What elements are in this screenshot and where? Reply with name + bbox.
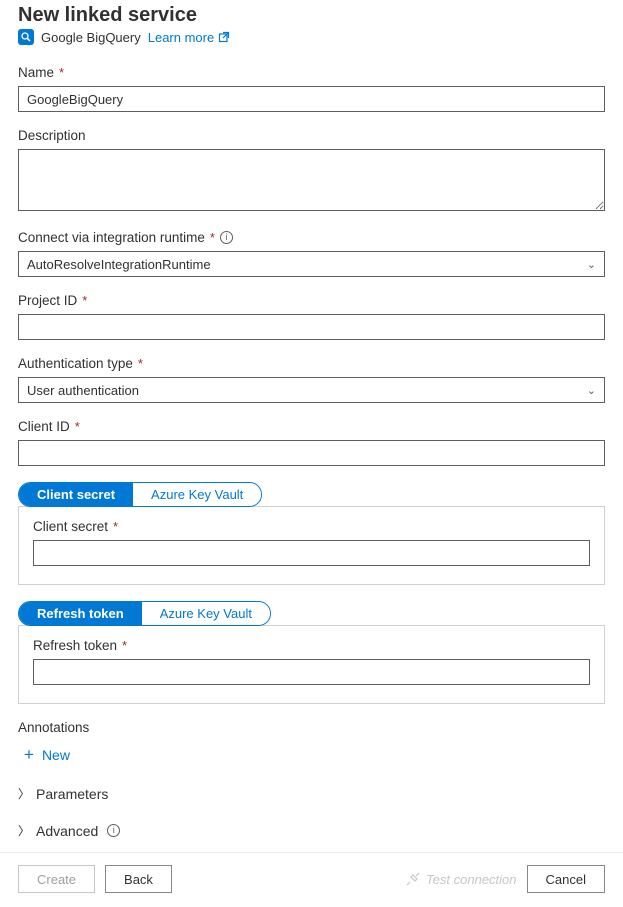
- info-icon[interactable]: i: [220, 231, 233, 244]
- parameters-section[interactable]: 〉 Parameters: [18, 785, 605, 802]
- client-secret-tab[interactable]: Client secret: [19, 483, 133, 506]
- cancel-button[interactable]: Cancel: [527, 865, 605, 893]
- service-name: Google BigQuery: [41, 30, 141, 45]
- learn-more-link[interactable]: Learn more: [148, 30, 230, 45]
- chevron-down-icon: ⌄: [587, 384, 596, 397]
- required-marker: *: [138, 356, 143, 371]
- project-id-input[interactable]: [18, 314, 605, 340]
- back-button[interactable]: Back: [105, 865, 172, 893]
- plus-icon: +: [24, 745, 34, 765]
- refresh-token-input[interactable]: [33, 659, 590, 685]
- required-marker: *: [75, 419, 80, 434]
- parameters-label: Parameters: [36, 786, 108, 802]
- chevron-right-icon: 〉: [18, 822, 27, 839]
- add-annotation-button[interactable]: + New: [18, 745, 70, 765]
- required-marker: *: [122, 638, 127, 653]
- client-secret-toggle: Client secret Azure Key Vault: [18, 482, 262, 507]
- required-marker: *: [82, 293, 87, 308]
- panel-title: New linked service: [18, 4, 605, 27]
- info-icon[interactable]: i: [107, 824, 120, 837]
- refresh-token-tab[interactable]: Refresh token: [19, 602, 142, 625]
- integration-runtime-value: AutoResolveIntegrationRuntime: [27, 257, 211, 272]
- client-secret-label: Client secret: [33, 519, 108, 534]
- required-marker: *: [59, 65, 64, 80]
- add-annotation-label: New: [42, 747, 70, 763]
- test-connection-button: Test connection: [406, 872, 517, 887]
- client-secret-input[interactable]: [33, 540, 590, 566]
- client-id-label: Client ID: [18, 419, 70, 434]
- auth-type-label: Authentication type: [18, 356, 133, 371]
- name-label: Name: [18, 65, 54, 80]
- required-marker: *: [210, 230, 215, 245]
- integration-runtime-label: Connect via integration runtime: [18, 230, 205, 245]
- azure-key-vault-tab[interactable]: Azure Key Vault: [142, 602, 270, 625]
- chevron-right-icon: 〉: [18, 785, 27, 802]
- bigquery-icon: [18, 29, 34, 45]
- annotations-label: Annotations: [18, 720, 605, 735]
- advanced-section[interactable]: 〉 Advanced i: [18, 822, 605, 839]
- chevron-down-icon: ⌄: [587, 258, 596, 271]
- plug-icon: [406, 872, 420, 886]
- refresh-token-toggle: Refresh token Azure Key Vault: [18, 601, 271, 626]
- name-input[interactable]: [18, 86, 605, 112]
- client-id-input[interactable]: [18, 440, 605, 466]
- refresh-token-label: Refresh token: [33, 638, 117, 653]
- required-marker: *: [113, 519, 118, 534]
- advanced-label: Advanced: [36, 823, 98, 839]
- auth-type-select[interactable]: User authentication ⌄: [18, 377, 605, 403]
- description-label: Description: [18, 128, 86, 143]
- external-link-icon: [218, 31, 230, 43]
- auth-type-value: User authentication: [27, 383, 139, 398]
- create-button[interactable]: Create: [18, 865, 95, 893]
- project-id-label: Project ID: [18, 293, 77, 308]
- description-input[interactable]: [18, 149, 605, 211]
- integration-runtime-select[interactable]: AutoResolveIntegrationRuntime ⌄: [18, 251, 605, 277]
- azure-key-vault-tab[interactable]: Azure Key Vault: [133, 483, 261, 506]
